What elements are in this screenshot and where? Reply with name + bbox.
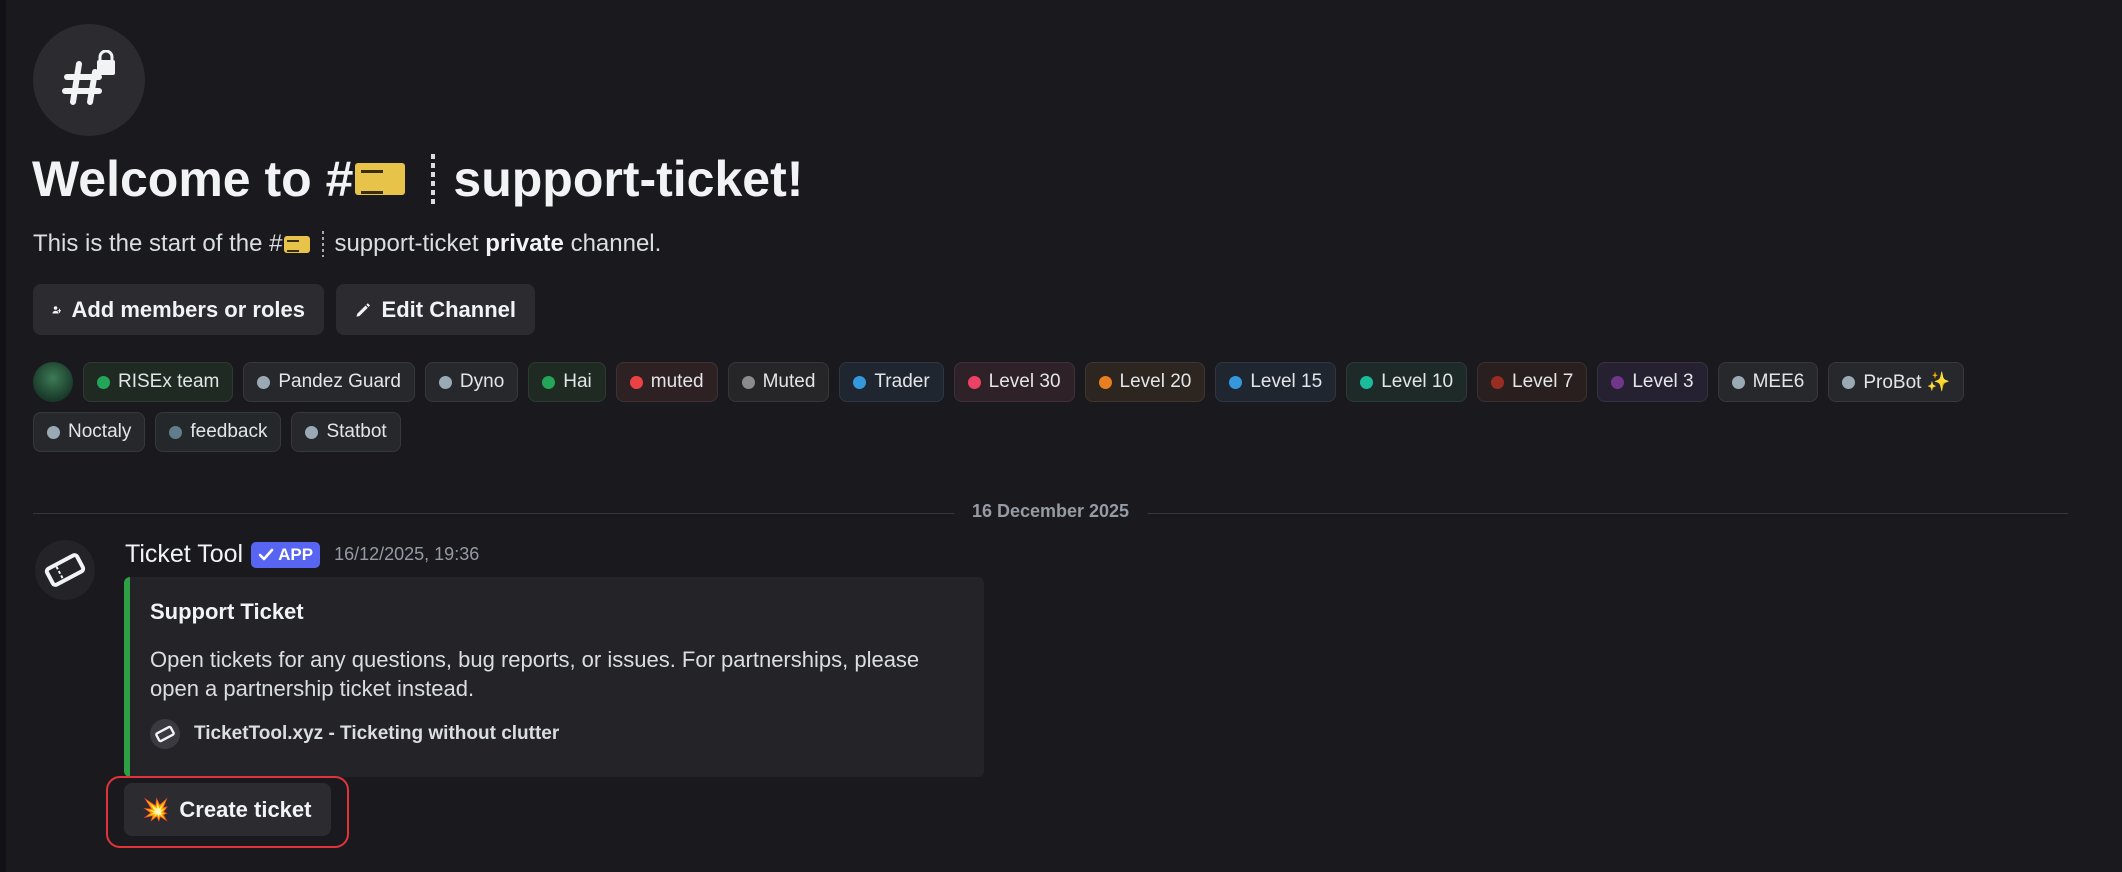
date-divider-label: 16 December 2025 (953, 501, 1148, 522)
embed-title: Support Ticket (150, 599, 304, 624)
role-tag[interactable]: Hai (528, 362, 606, 402)
pencil-icon (356, 302, 371, 317)
role-tag-label: Level 15 (1250, 371, 1323, 392)
role-color-dot-icon (741, 375, 755, 389)
role-color-dot-icon (1098, 375, 1112, 389)
app-badge: APP (251, 541, 321, 568)
role-color-dot-icon (169, 425, 183, 439)
role-tag[interactable]: Noctaly (33, 412, 146, 452)
role-tag-label: muted (650, 371, 704, 392)
role-tag-label: MEE6 (1752, 371, 1805, 392)
role-color-dot-icon (438, 375, 452, 389)
edit-channel-button[interactable]: Edit Channel (336, 284, 535, 335)
role-tag-label: Hai (563, 371, 592, 392)
role-tag-label: Noctaly (68, 421, 132, 442)
role-color-dot-icon (1360, 375, 1374, 389)
ticket-tool-avatar[interactable] (35, 540, 95, 600)
channel-members-list: RISEx team Pandez Guard Dyno Hai muted Muted T… (33, 362, 1983, 462)
ticket-emoji-small-icon (284, 235, 311, 253)
message-header: Ticket Tool APP 16/12/2025, 19:36 (125, 540, 479, 569)
welcome-prefix: Welcome to # (32, 151, 354, 207)
role-color-dot-icon (1491, 375, 1505, 389)
role-tag-label: Trader (874, 371, 930, 392)
add-members-label: Add members or roles (71, 296, 305, 322)
add-members-icon (52, 305, 62, 314)
support-ticket-embed: Support Ticket Open tickets for any ques… (124, 577, 984, 777)
message-author[interactable]: Ticket Tool (125, 540, 243, 569)
app-badge-label: APP (278, 544, 314, 564)
role-tag[interactable]: ProBot ✨ (1828, 362, 1965, 402)
role-tag[interactable]: Level 10 (1346, 362, 1468, 402)
role-tag-label: ProBot ✨ (1863, 372, 1951, 393)
role-color-dot-icon (97, 375, 110, 389)
role-tag[interactable]: Level 3 (1597, 362, 1708, 402)
checkmark-icon (258, 548, 274, 560)
role-tag[interactable]: Statbot (291, 412, 401, 452)
role-tag[interactable]: feedback (155, 412, 282, 452)
create-ticket-label: Create ticket (179, 796, 312, 822)
message-timestamp: 16/12/2025, 19:36 (334, 544, 480, 564)
role-color-dot-icon (629, 375, 643, 389)
role-color-dot-icon (305, 425, 319, 439)
edit-channel-label: Edit Channel (381, 296, 516, 322)
role-color-dot-icon (1611, 375, 1625, 389)
channel-name: support-ticket! (453, 151, 804, 207)
create-ticket-button[interactable]: 💥 Create ticket (124, 783, 331, 836)
role-tag[interactable]: Level 7 (1477, 362, 1588, 402)
role-tag[interactable]: Muted (727, 362, 830, 402)
welcome-heading: Welcome to # support-ticket! (32, 150, 803, 208)
left-edge (0, 0, 6, 872)
role-tag[interactable]: Trader (839, 362, 944, 402)
ticket-icon (44, 553, 86, 587)
private-channel-icon (33, 24, 145, 136)
role-tag[interactable]: Level 15 (1215, 362, 1337, 402)
embed-description: Open tickets for any questions, bug repo… (150, 647, 920, 701)
dotted-separator-icon (431, 154, 436, 204)
role-tag-label: Muted (762, 371, 816, 392)
channel-intro-text: This is the start of the # support-ticke… (33, 230, 661, 258)
role-color-dot-icon (967, 375, 981, 389)
role-tag[interactable]: Dyno (424, 362, 519, 402)
subtitle-channel: support-ticket (334, 230, 479, 257)
role-tag[interactable]: Pandez Guard (243, 362, 415, 402)
role-tag-label: Statbot (326, 421, 387, 442)
role-tag-label: Level 30 (988, 371, 1061, 392)
ticket-tool-footer-icon (150, 719, 180, 749)
role-tag-label: Dyno (459, 371, 505, 392)
ticket-emoji-icon (355, 163, 406, 195)
role-color-dot-icon (1842, 375, 1856, 389)
embed-footer: TicketTool.xyz - Ticketing without clutt… (150, 719, 964, 749)
role-color-dot-icon (1229, 375, 1243, 389)
role-tag[interactable]: MEE6 (1717, 362, 1819, 402)
subtitle-prefix: This is the start of the # (33, 230, 283, 257)
role-color-dot-icon (257, 375, 271, 389)
collision-emoji-icon: 💥 (142, 796, 170, 822)
role-tags-row-2: Noctaly feedback Statbot (33, 412, 1983, 452)
role-tag-label: Pandez Guard (278, 371, 401, 392)
role-tag[interactable]: Level 30 (953, 362, 1075, 402)
role-color-dot-icon (542, 375, 556, 389)
add-members-button[interactable]: Add members or roles (33, 284, 324, 335)
member-avatar[interactable] (33, 362, 73, 402)
role-color-dot-icon (1731, 375, 1745, 389)
role-tag-label: Level 7 (1512, 371, 1574, 392)
role-tag-label: Level 20 (1119, 371, 1192, 392)
dotted-separator-small-icon (322, 231, 325, 257)
role-tags-row-1: RISEx team Pandez Guard Dyno Hai muted Muted T… (33, 362, 1983, 402)
role-color-dot-icon (47, 425, 60, 439)
role-tag[interactable]: Level 20 (1084, 362, 1206, 402)
subtitle-suffix: channel. (570, 230, 662, 257)
role-tag-label: feedback (190, 421, 268, 442)
role-tag[interactable]: RISEx team (83, 362, 234, 402)
date-divider: 16 December 2025 (33, 501, 2068, 524)
role-tag-label: Level 10 (1381, 371, 1454, 392)
role-tag-label: Level 3 (1632, 371, 1694, 392)
role-color-dot-icon (853, 375, 867, 389)
role-tag-label: RISEx team (118, 371, 220, 392)
role-tag[interactable]: muted (615, 362, 718, 402)
subtitle-private: private (485, 230, 564, 257)
embed-footer-text: TicketTool.xyz - Ticketing without clutt… (194, 723, 560, 744)
